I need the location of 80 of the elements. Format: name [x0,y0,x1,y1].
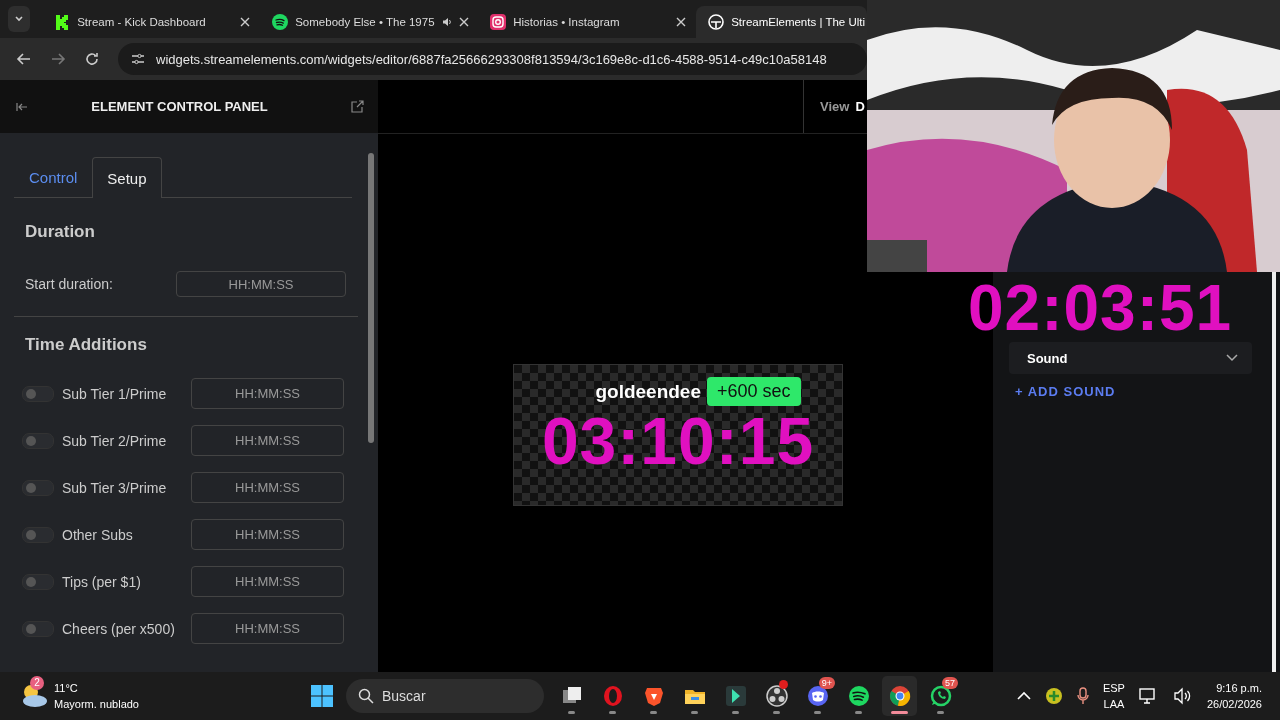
toggle-switch[interactable] [22,432,54,449]
taskbar-app[interactable] [882,676,917,716]
field-label: Other Subs [61,526,134,543]
time-field[interactable]: HH:MM:SS [191,472,344,503]
site-settings-icon[interactable] [130,51,146,67]
chevron-down-icon[interactable] [1226,354,1238,362]
search-icon [358,688,374,704]
browser-tab[interactable]: Stream - Kick Dashboard [42,6,259,38]
clock-date[interactable]: 26/02/2026 [1206,696,1262,712]
back-icon[interactable] [16,51,32,67]
close-icon[interactable] [240,17,251,27]
toggle-switch[interactable] [22,479,54,496]
phone-bubble-icon [928,684,953,708]
collapse-icon[interactable] [16,101,28,112]
temperature: 11°C [54,681,79,696]
chat-logo-icon [805,684,830,708]
spotify-icon [272,14,289,30]
reload-icon[interactable] [84,51,100,67]
browser-tab[interactable]: StreamElements | The Ulti [696,6,867,38]
panel-title: ELEMENT CONTROL PANEL [91,99,268,114]
taskbar-app[interactable]: 9+ [800,676,835,716]
k-logo-icon [54,14,71,30]
time-field[interactable]: HH:MM:SS [191,519,344,550]
forward-icon[interactable] [50,51,66,67]
countdown-timer: 03:10:15 [541,408,815,474]
plus-circle-icon[interactable] [1044,687,1063,705]
close-icon[interactable] [458,17,469,27]
play-logo-icon [723,684,748,708]
address-bar[interactable]: widgets.streamelements.com/widgets/editor/6887fa25666293308f813594/3c169e8c-d1c6-4588-9514-c49c10a58148 [118,43,867,75]
browser-tab[interactable]: Somebody Else • The 1975 [260,6,477,38]
close-icon[interactable] [676,17,687,27]
username: goldeendee [595,380,701,403]
section-heading: Time Additions [24,335,148,355]
weather-text: Mayorm. nublado [54,697,139,712]
overlay-timer: 02:03:51 [968,276,1233,340]
sound-row[interactable]: Sound [1009,342,1252,374]
time-field[interactable]: HH:MM:SS [191,378,344,409]
duration-field[interactable]: HH:MM:SS [176,271,346,297]
field-label: Tips (per $1) [61,573,142,590]
spotify-icon [846,684,871,708]
timer-widget[interactable]: goldeendee +600 sec 03:10:15 [513,364,843,506]
taskbar-app[interactable]: 57 [923,676,958,716]
field-label: Cheers (per x500) [61,620,176,637]
camera-icon [490,14,507,30]
notification-count: 57 [942,677,958,689]
tab-menu-button[interactable] [8,6,31,32]
toggle-switch[interactable] [22,573,54,590]
url-text: widgets.streamelements.com/widgets/editor/6887fa25666293308f813594/3c169e8c-d1c6-4588-9514-c49c10a58148 [156,51,827,67]
toggle-switch[interactable] [22,526,54,543]
panel-tab[interactable]: Control [14,157,93,197]
notification-count: 9+ [818,677,835,689]
field-label: Sub Tier 3/Prime [61,479,168,496]
windows-start-icon[interactable] [310,684,334,708]
volume-icon[interactable] [1172,687,1193,705]
section-heading: Duration [24,222,96,242]
region-code[interactable]: LAA [1102,696,1125,712]
time-field[interactable]: HH:MM:SS [191,613,344,644]
speaker-icon[interactable] [441,17,452,27]
toggle-switch[interactable] [22,620,54,637]
view-value: D [855,99,865,114]
browser-tab[interactable]: Historias • Instagram [478,6,695,38]
microphone-icon[interactable] [1076,687,1089,705]
field-label: Sub Tier 2/Prime [61,432,168,449]
view-label: View [803,80,850,133]
add-sound-link[interactable]: + ADD SOUND [1015,384,1280,399]
notification-count: 2 [30,676,44,690]
chrome-icon [887,684,912,708]
panel-tab[interactable]: Setup [92,157,162,198]
external-link-icon[interactable] [351,100,364,113]
chevron-up-icon[interactable] [1016,691,1031,701]
field-label: Start duration: [25,276,113,292]
language-code[interactable]: ESP [1102,680,1125,696]
time-field[interactable]: HH:MM:SS [191,566,344,597]
search-field[interactable]: Buscar [346,679,544,713]
clock-time[interactable]: 9:16 p.m. [1206,680,1262,696]
chevron-down-icon[interactable] [14,14,25,24]
time-added-badge: +600 sec [707,377,801,406]
toggle-switch[interactable] [22,385,54,402]
field-label: Sub Tier 1/Prime [61,385,168,402]
time-field[interactable]: HH:MM:SS [191,425,344,456]
